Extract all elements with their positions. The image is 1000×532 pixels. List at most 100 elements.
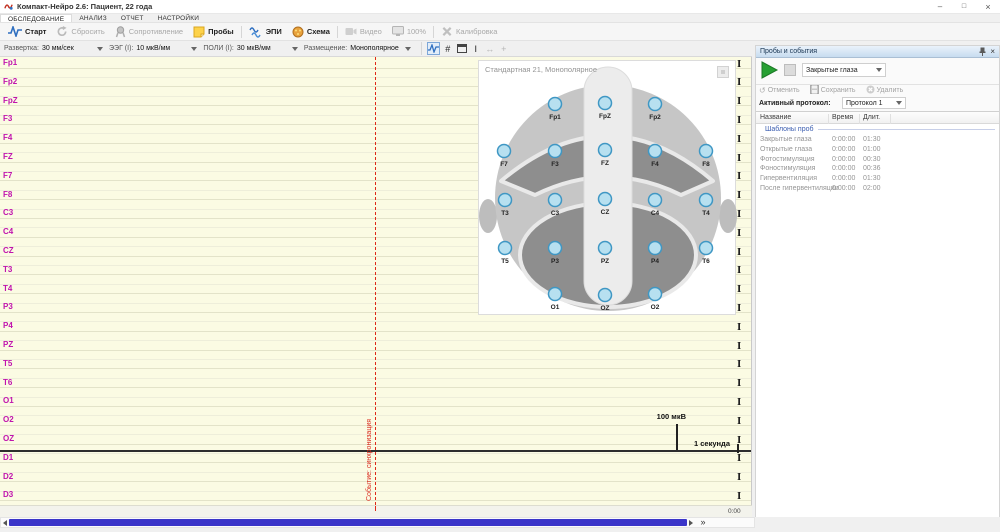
видео-button[interactable]: Видео — [340, 24, 387, 40]
удалить-button[interactable]: Удалить — [866, 85, 904, 96]
toolbar-button-label: Пробы — [208, 27, 234, 36]
maximize-button[interactable] — [952, 0, 976, 13]
calibration-end-tick — [737, 444, 739, 453]
table-row[interactable]: Гипервентиляция0:00:0001:30 — [756, 174, 999, 184]
cell-name: Гипервентиляция — [760, 175, 817, 182]
grid-tool[interactable]: # — [441, 42, 454, 55]
pin-icon[interactable] — [979, 47, 986, 56]
100%-button[interactable]: 100% — [387, 24, 431, 40]
channel-midline — [0, 397, 752, 398]
electrode-label-P4: P4 — [651, 258, 659, 265]
close-button[interactable] — [976, 0, 1000, 13]
settings-bar: Развертка:30 мм/сек ЭЭГ (I):10 мкВ/мм ПОЛИ… — [0, 41, 752, 57]
electrode-label-PZ: PZ — [601, 258, 609, 265]
table-row[interactable]: После гипервентиляции0:00:0002:00 — [756, 184, 999, 194]
channel-label-T4: T4 — [3, 284, 12, 294]
column-header-name[interactable]: Название — [760, 114, 791, 121]
setting-field-1[interactable]: ЭЭГ (I):10 мкВ/мм — [109, 45, 197, 52]
table-group-row: Шаблоны проб — [756, 124, 999, 135]
electrode-label-CZ: CZ — [601, 209, 610, 216]
reset-icon — [56, 26, 68, 37]
waves-icon — [249, 26, 263, 38]
column-header-time[interactable]: Время — [832, 114, 853, 121]
channel-label-PZ: PZ — [3, 340, 13, 350]
toolbar-button-label: Старт — [25, 27, 46, 36]
channel-midline — [0, 472, 752, 473]
delete-icon — [866, 85, 875, 96]
scrollbar-thumb[interactable] — [9, 519, 687, 526]
electrode-Fp1 — [549, 98, 562, 111]
toolbar-button-label: Калибровка — [456, 27, 497, 36]
protocol-selector[interactable]: Протокол 1 — [842, 97, 906, 109]
cell-time: 0:00:00 — [832, 165, 855, 172]
table-row[interactable]: Закрытые глаза0:00:0001:30 — [756, 135, 999, 145]
setting-field-2[interactable]: ПОЛИ (I):30 мкВ/мм — [203, 45, 298, 52]
channel-calibration-marker: I — [737, 453, 741, 464]
h-scale-tool[interactable]: ↔ — [483, 42, 496, 55]
channel-calibration-marker: I — [737, 341, 741, 352]
table-row[interactable]: Фоностимуляция0:00:0000:36 — [756, 164, 999, 174]
scroll-left-button[interactable] — [1, 518, 9, 527]
table-row[interactable]: Открытые глаза0:00:0001:00 — [756, 145, 999, 155]
panel-close-icon[interactable] — [990, 48, 995, 56]
electrode-FZ — [599, 144, 612, 157]
калибровка-button[interactable]: Калибровка — [436, 24, 502, 40]
chevron-down-icon — [97, 47, 103, 51]
electrode-O1 — [549, 288, 562, 301]
эпи-button[interactable]: ЭПИ — [244, 24, 287, 40]
marker-tool[interactable]: + — [497, 42, 510, 55]
event-actions: ↺Отменить Сохранить Удалить — [756, 84, 999, 96]
setting-field-3[interactable]: Размещение:Монополярное — [304, 45, 411, 52]
tab-обследование[interactable]: ОБСЛЕДОВАНИЕ — [0, 14, 72, 22]
trace-area[interactable]: Fp1IFp2IFpZIF3IF4IFZIF7IF8IC3IC4ICZIT3IT… — [0, 57, 752, 505]
electrode-label-FZ: FZ — [601, 160, 609, 167]
cursor-tool[interactable]: I — [469, 42, 482, 55]
channel-label-OZ: OZ — [3, 434, 14, 444]
minimize-button[interactable] — [928, 0, 952, 13]
title-bar: Компакт-Нейро 2.6: Пациент, 22 года — [0, 0, 1000, 14]
channel-midline — [0, 491, 752, 492]
channel-midline — [0, 415, 752, 416]
head-diagram: Fp1FpZFp2F7F3FZF4F8T3C3CZC4T4T5P3PZP4T6O… — [479, 61, 737, 316]
stop-test-button[interactable] — [784, 64, 796, 76]
сбросить-button[interactable]: Сбросить — [51, 24, 109, 40]
action-label: Сохранить — [821, 87, 856, 94]
toolbar-separator — [241, 26, 242, 38]
channel-calibration-marker: I — [737, 322, 741, 333]
test-selector[interactable]: Закрытые глаза — [802, 63, 886, 77]
отменить-button[interactable]: ↺Отменить — [759, 87, 800, 95]
right-ear-shape — [719, 199, 737, 233]
setting-field-0[interactable]: Развертка:30 мм/сек — [4, 45, 103, 52]
scroll-more-button[interactable] — [695, 517, 711, 528]
save-icon — [810, 85, 819, 96]
electrode-label-F7: F7 — [500, 161, 508, 168]
test-controls: Закрытые глаза — [756, 59, 999, 83]
electrode-label-F4: F4 — [651, 161, 659, 168]
channel-label-D1: D1 — [3, 453, 13, 463]
cell-duration: 01:00 — [863, 146, 881, 153]
tab-настройки[interactable]: НАСТРОЙКИ — [151, 14, 207, 22]
channel-baseline — [0, 406, 752, 407]
channel-midline — [0, 340, 752, 341]
trace-style-tool[interactable] — [427, 42, 440, 55]
scroll-right-button[interactable] — [687, 518, 695, 527]
сохранить-button[interactable]: Сохранить — [810, 85, 856, 96]
tab-анализ[interactable]: АНАЛИЗ — [72, 14, 114, 22]
start-test-button[interactable] — [759, 60, 779, 80]
electrode-C4 — [649, 194, 662, 207]
column-header-duration[interactable]: Длит. — [863, 114, 880, 121]
channel-calibration-marker: I — [737, 247, 741, 258]
схема-button[interactable]: Схема — [287, 24, 335, 40]
horizontal-scrollbar[interactable] — [0, 517, 755, 528]
channel-label-T3: T3 — [3, 265, 12, 275]
tab-отчет[interactable]: ОТЧЕТ — [114, 14, 151, 22]
electrode-label-T6: T6 — [702, 258, 710, 265]
пробы-button[interactable]: Пробы — [188, 24, 239, 40]
main-toolbar: Старт СброситьСопротивление Пробы ЭПИСхема В… — [0, 23, 1000, 41]
старт-button[interactable]: Старт — [3, 24, 51, 40]
table-row[interactable]: Фотостимуляция0:00:0000:30 — [756, 155, 999, 165]
layout-tool[interactable] — [455, 42, 468, 55]
electrode-label-T4: T4 — [702, 210, 710, 217]
montage-panel-button[interactable] — [717, 66, 729, 78]
сопротивление-button[interactable]: Сопротивление — [110, 24, 188, 40]
